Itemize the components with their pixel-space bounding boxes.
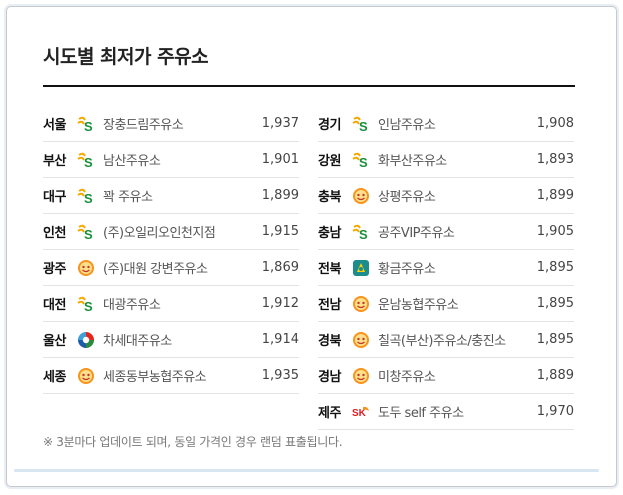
region-label: 전남 xyxy=(318,298,341,313)
svg-text:S: S xyxy=(84,119,93,133)
nh-logo-icon xyxy=(352,259,370,277)
s-oil-logo-icon: S xyxy=(77,295,95,313)
price-value: 1,895 xyxy=(536,296,574,311)
title-divider xyxy=(43,85,575,87)
gs-caltex-logo-icon xyxy=(352,187,370,205)
station-name[interactable]: 화부산주유소 xyxy=(378,150,534,169)
region-label: 광주 xyxy=(43,262,66,277)
station-row[interactable]: 경남 미창주유소 1,889 xyxy=(318,358,574,394)
region-label: 경북 xyxy=(318,334,341,349)
sk-logo-icon: SK xyxy=(352,403,370,421)
price-value: 1,912 xyxy=(261,296,299,311)
station-name[interactable]: 차세대주유소 xyxy=(103,330,259,349)
station-name[interactable]: 칠곡(부산)주유소/충진소 xyxy=(378,330,534,349)
station-row[interactable]: 대전 S 대광주유소 1,912 xyxy=(43,286,299,322)
hyundai-oilbank-logo-icon xyxy=(77,331,95,349)
s-oil-logo-icon: S xyxy=(77,223,95,241)
price-value: 1,899 xyxy=(261,188,299,203)
station-name[interactable]: 도두 self 주유소 xyxy=(378,402,534,421)
station-row[interactable]: 대구 S 꽉 주유소 1,899 xyxy=(43,178,299,214)
price-value: 1,935 xyxy=(261,368,299,383)
s-oil-logo-icon: S xyxy=(352,151,370,169)
left-station-list: 서울 S 장충드림주유소 1,937 부산 S 남산주유소 1,901 대구 S… xyxy=(43,106,299,394)
region-label: 강원 xyxy=(318,154,341,169)
svg-text:S: S xyxy=(359,155,368,169)
price-value: 1,869 xyxy=(261,260,299,275)
station-name[interactable]: 인남주유소 xyxy=(378,114,534,133)
station-row[interactable]: 광주 (주)대원 강변주유소 1,869 xyxy=(43,250,299,286)
region-label: 경남 xyxy=(318,370,341,385)
region-label: 대구 xyxy=(43,190,66,205)
station-name[interactable]: 꽉 주유소 xyxy=(103,186,259,205)
region-label: 부산 xyxy=(43,154,66,169)
price-value: 1,937 xyxy=(261,116,299,131)
station-name[interactable]: (주)오일리오인천지점 xyxy=(103,222,259,241)
update-footnote: ※ 3분마다 업데이트 되며, 동일 가격인 경우 랜덤 표출됩니다. xyxy=(43,435,343,449)
station-name[interactable]: (주)대원 강변주유소 xyxy=(103,258,259,277)
s-oil-logo-icon: S xyxy=(77,151,95,169)
gs-caltex-logo-icon xyxy=(352,295,370,313)
region-label: 전북 xyxy=(318,262,341,277)
station-name[interactable]: 공주VIP주유소 xyxy=(378,222,534,241)
right-station-list: 경기 S 인남주유소 1,908 강원 S 화부산주유소 1,893 충북 상평… xyxy=(318,106,574,430)
station-row[interactable]: 세종 세종동부농협주유소 1,935 xyxy=(43,358,299,394)
svg-text:S: S xyxy=(359,227,368,241)
region-label: 제주 xyxy=(318,406,341,421)
svg-text:S: S xyxy=(359,119,368,133)
price-value: 1,893 xyxy=(536,152,574,167)
region-label: 인천 xyxy=(43,226,66,241)
price-value: 1,901 xyxy=(261,152,299,167)
price-value: 1,914 xyxy=(261,332,299,347)
station-row[interactable]: 제주 SK 도두 self 주유소 1,970 xyxy=(318,394,574,430)
station-name[interactable]: 황금주유소 xyxy=(378,258,534,277)
section-title: 시도별 최저가 주유소 xyxy=(43,46,209,68)
station-row[interactable]: 충남 S 공주VIP주유소 1,905 xyxy=(318,214,574,250)
s-oil-logo-icon: S xyxy=(352,115,370,133)
svg-text:S: S xyxy=(84,227,93,241)
station-row[interactable]: 부산 S 남산주유소 1,901 xyxy=(43,142,299,178)
price-value: 1,905 xyxy=(536,224,574,239)
station-row[interactable]: 강원 S 화부산주유소 1,893 xyxy=(318,142,574,178)
gs-caltex-logo-icon xyxy=(352,367,370,385)
region-label: 울산 xyxy=(43,334,66,349)
s-oil-logo-icon: S xyxy=(77,187,95,205)
price-value: 1,895 xyxy=(536,260,574,275)
station-row[interactable]: 경북 칠곡(부산)주유소/충진소 1,895 xyxy=(318,322,574,358)
station-name[interactable]: 장충드림주유소 xyxy=(103,114,259,133)
region-label: 세종 xyxy=(43,370,66,385)
gs-caltex-logo-icon xyxy=(77,367,95,385)
station-name[interactable]: 운남농협주유소 xyxy=(378,294,534,313)
station-row[interactable]: 전북 황금주유소 1,895 xyxy=(318,250,574,286)
price-value: 1,889 xyxy=(536,368,574,383)
region-label: 경기 xyxy=(318,118,341,133)
s-oil-logo-icon: S xyxy=(352,223,370,241)
station-row[interactable]: 인천 S (주)오일리오인천지점 1,915 xyxy=(43,214,299,250)
station-name[interactable]: 상평주유소 xyxy=(378,186,534,205)
station-row[interactable]: 충북 상평주유소 1,899 xyxy=(318,178,574,214)
region-label: 충북 xyxy=(318,190,341,205)
svg-text:S: S xyxy=(84,155,93,169)
station-name[interactable]: 미창주유소 xyxy=(378,366,534,385)
price-value: 1,915 xyxy=(261,224,299,239)
station-row[interactable]: 경기 S 인남주유소 1,908 xyxy=(318,106,574,142)
price-value: 1,895 xyxy=(536,332,574,347)
gs-caltex-logo-icon xyxy=(77,259,95,277)
region-label: 대전 xyxy=(43,298,66,313)
region-label: 충남 xyxy=(318,226,341,241)
station-name[interactable]: 대광주유소 xyxy=(103,294,259,313)
gs-caltex-logo-icon xyxy=(352,331,370,349)
station-row[interactable]: 서울 S 장충드림주유소 1,937 xyxy=(43,106,299,142)
svg-text:S: S xyxy=(84,191,93,205)
station-row[interactable]: 울산 차세대주유소 1,914 xyxy=(43,322,299,358)
price-value: 1,970 xyxy=(536,404,574,419)
price-value: 1,908 xyxy=(536,116,574,131)
station-name[interactable]: 세종동부농협주유소 xyxy=(103,366,259,385)
svg-text:S: S xyxy=(84,299,93,313)
station-row[interactable]: 전남 운남농협주유소 1,895 xyxy=(318,286,574,322)
price-value: 1,899 xyxy=(536,188,574,203)
s-oil-logo-icon: S xyxy=(77,115,95,133)
station-name[interactable]: 남산주유소 xyxy=(103,150,259,169)
panel-bottom-bar xyxy=(14,469,599,472)
region-label: 서울 xyxy=(43,118,66,133)
